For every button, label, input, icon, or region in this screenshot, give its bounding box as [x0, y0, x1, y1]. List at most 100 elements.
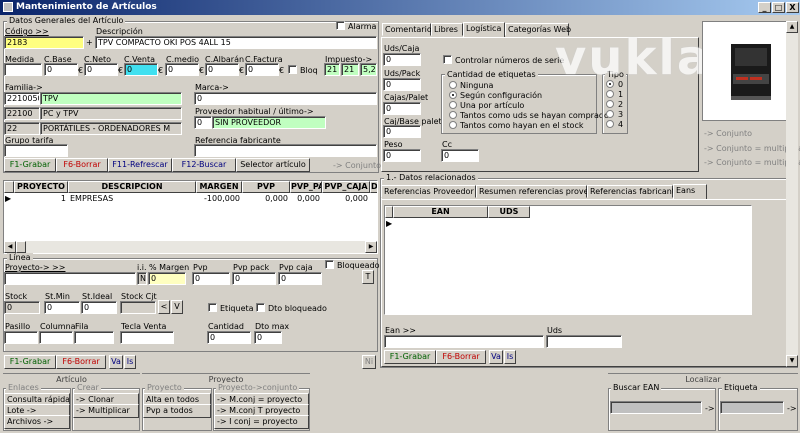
proyectos-grid[interactable]: PROYECTO DESCRIPCION MARGEN PVP PVP_PAC …	[3, 180, 378, 254]
stideal-input[interactable]: 0	[81, 301, 117, 314]
uds-caja-input[interactable]: 0	[383, 53, 421, 66]
etiqueta-checkbox[interactable]	[208, 303, 217, 312]
uds-pack-input[interactable]: 0	[383, 78, 421, 91]
uds-input[interactable]	[546, 335, 622, 348]
grid-header-margen[interactable]: MARGEN	[196, 181, 242, 193]
familia-code-1[interactable]: 2210050	[4, 92, 40, 105]
bloqueado-checkbox[interactable]	[325, 260, 334, 269]
rel-va-button[interactable]: Va	[489, 350, 503, 364]
ref-fabricante-input[interactable]	[194, 144, 377, 157]
cantidad-radio-segun[interactable]	[449, 91, 457, 99]
ean-input[interactable]	[384, 335, 544, 348]
ean-label[interactable]: Ean >>	[385, 326, 416, 335]
proveedor-label[interactable]: Proveedor habitual / último->	[195, 107, 314, 116]
conjunto-link-top[interactable]: -> Conjunto	[333, 161, 381, 170]
familia-label[interactable]: Familia->	[5, 83, 43, 92]
tipo-radio-1[interactable]	[606, 90, 614, 98]
linea-ni-button[interactable]: Ni	[362, 355, 376, 369]
archivos-button[interactable]: Archivos ->	[4, 415, 70, 429]
impuesto-code[interactable]: 21	[324, 63, 340, 76]
v-button[interactable]: V	[171, 300, 183, 314]
cfactura-input[interactable]: 0	[245, 63, 279, 76]
codigo-label[interactable]: Código >>	[5, 27, 49, 36]
cbase-input[interactable]: 0	[44, 63, 78, 76]
alarma-checkbox[interactable]	[336, 21, 345, 30]
grid-header-pvp-caja[interactable]: PVP_CAJA	[322, 181, 370, 193]
scroll-thumb[interactable]	[16, 241, 26, 253]
cc-input[interactable]: 0	[441, 149, 479, 162]
stmin-input[interactable]: 0	[44, 301, 80, 314]
cantidad-radio-una[interactable]	[449, 101, 457, 109]
tab-logistica[interactable]: Logística	[463, 22, 505, 37]
proyecto-linea-label[interactable]: Proyecto-> >>	[5, 263, 65, 272]
controlar-series-checkbox[interactable]	[443, 55, 452, 64]
ii-input[interactable]: N	[137, 272, 147, 285]
tab-referencias-fabricante[interactable]: Referencias fabricante	[587, 185, 680, 198]
scroll-right-icon[interactable]: ▶	[365, 241, 377, 253]
cmedio-input[interactable]: 0	[165, 63, 199, 76]
proveedor-code[interactable]: 0	[194, 116, 212, 129]
buscar-ean-arrow[interactable]: ->	[705, 404, 715, 413]
tipo-radio-2[interactable]	[606, 100, 614, 108]
rel-f6-borrar-button[interactable]: F6-Borrar	[436, 350, 486, 364]
marca-input[interactable]: 0	[194, 92, 377, 105]
etiqueta-bottom-input[interactable]	[720, 401, 784, 414]
margen-linea-input[interactable]: 0	[148, 272, 186, 285]
tab-libres[interactable]: Libres	[431, 23, 463, 36]
caj-base-input[interactable]: 0	[383, 125, 421, 138]
grupo-tarifa-input[interactable]	[4, 144, 68, 157]
pvp-a-todos-button[interactable]: Pvp a todos	[143, 404, 211, 418]
cantidad-radio-stock[interactable]	[449, 121, 457, 129]
vertical-scrollbar[interactable]: ▲ ▼	[786, 21, 798, 367]
grid-header-proyecto[interactable]: PROYECTO	[14, 181, 68, 193]
calbaran-input[interactable]: 0	[205, 63, 239, 76]
linea-f6-borrar-button[interactable]: F6-Borrar	[56, 355, 106, 369]
grid-header-dm[interactable]: DM	[370, 181, 377, 193]
tipo-radio-4[interactable]	[606, 120, 614, 128]
f6-borrar-button[interactable]: F6-Borrar	[56, 158, 108, 172]
rel-f1-grabar-button[interactable]: F1-Grabar	[384, 350, 436, 364]
buscar-ean-input[interactable]	[610, 401, 702, 414]
descripcion-input[interactable]: TPV COMPACTO OKI POS 4ALL 15	[95, 36, 377, 49]
close-button[interactable]: X	[786, 2, 799, 13]
conjunto-link-1[interactable]: -> Conjunto	[704, 129, 752, 138]
tab-comentarios[interactable]: Comentarios	[382, 23, 436, 36]
tecla-venta-input[interactable]	[120, 331, 174, 344]
pasillo-input[interactable]	[4, 331, 38, 344]
cajas-palet-input[interactable]: 0	[383, 102, 421, 115]
lt-button[interactable]: <	[158, 300, 170, 314]
grid-header-pvp[interactable]: PVP	[242, 181, 290, 193]
cantidad-input[interactable]: 0	[207, 331, 251, 344]
eans-header-uds[interactable]: UDS	[488, 206, 530, 218]
grid-header-pvp-pac[interactable]: PVP_PAC	[290, 181, 322, 193]
minimize-button[interactable]: _	[758, 2, 771, 13]
medida-input[interactable]	[4, 63, 42, 76]
maximize-button[interactable]: □	[772, 2, 785, 13]
selector-articulo-button[interactable]: Selector artículo	[236, 158, 310, 172]
dto-max-input[interactable]: 0	[254, 331, 282, 344]
f12-buscar-button[interactable]: F12-Buscar	[172, 158, 236, 172]
marca-label[interactable]: Marca->	[195, 83, 229, 92]
peso-input[interactable]: 0	[383, 149, 421, 162]
tab-resumen-referencias[interactable]: Resumen referencias proveedor	[476, 185, 607, 198]
table-row[interactable]: ▶ 1 EMPRESAS -100,000 0,000 0,000 0,000	[4, 193, 377, 204]
tipo-radio-3[interactable]	[606, 110, 614, 118]
scroll-up-icon[interactable]: ▲	[786, 21, 798, 33]
tab-eans[interactable]: Eans	[673, 184, 707, 199]
tab-referencias-proveedor[interactable]: Referencias Proveedor	[381, 185, 476, 198]
t-button[interactable]: T	[362, 270, 374, 284]
pvp-linea-input[interactable]: 0	[192, 272, 230, 285]
codigo-plus[interactable]: +	[86, 38, 93, 47]
multiplicar-button[interactable]: -> Multiplicar	[73, 404, 139, 418]
f11-refrescar-button[interactable]: F11-Refrescar	[108, 158, 172, 172]
cantidad-radio-ninguna[interactable]	[449, 81, 457, 89]
fila-input[interactable]	[74, 331, 114, 344]
linea-f1-grabar-button[interactable]: F1-Grabar	[4, 355, 56, 369]
bloq-checkbox[interactable]	[288, 65, 297, 74]
codigo-input[interactable]: 2183	[4, 36, 84, 49]
scroll-down-icon[interactable]: ▼	[786, 355, 798, 367]
scroll-left-icon[interactable]: ◀	[4, 241, 16, 253]
horizontal-scrollbar[interactable]: ◀ ▶	[4, 241, 377, 253]
proyecto-linea-input[interactable]	[4, 272, 136, 285]
cantidad-radio-comprado[interactable]	[449, 111, 457, 119]
